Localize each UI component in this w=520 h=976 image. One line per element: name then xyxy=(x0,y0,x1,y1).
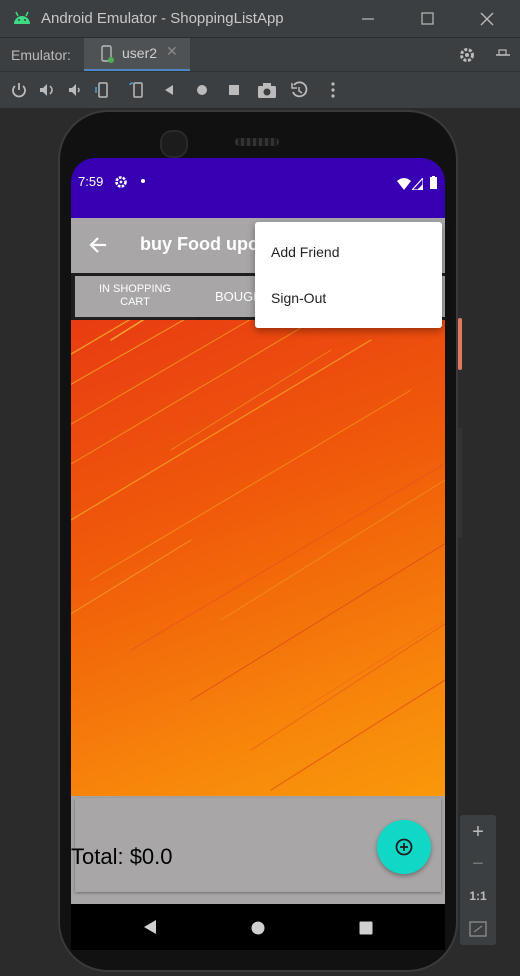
add-circle-icon xyxy=(394,837,414,861)
tab-in-shopping-cart[interactable]: IN SHOPPING CART xyxy=(75,276,195,317)
back-icon[interactable] xyxy=(160,81,178,99)
front-camera xyxy=(160,130,188,158)
minimize-button[interactable] xyxy=(348,6,388,32)
app-title: buy Food upc xyxy=(140,234,258,254)
emulator-label: Emulator: xyxy=(11,47,71,63)
back-arrow-icon[interactable] xyxy=(88,235,108,259)
zoom-panel: + − 1:1 xyxy=(460,815,496,945)
menu-item-sign-out[interactable]: Sign-Out xyxy=(271,290,326,306)
more-icon[interactable] xyxy=(324,81,342,99)
background-image xyxy=(71,320,445,796)
battery-icon xyxy=(430,174,437,193)
system-navbar xyxy=(71,904,445,950)
zoom-one-to-one-button[interactable]: 1:1 xyxy=(460,889,496,903)
pin-icon[interactable] xyxy=(494,46,512,68)
overflow-menu: Add Friend Sign-Out xyxy=(255,222,442,328)
android-icon xyxy=(12,10,32,29)
status-bar: 7:59 xyxy=(71,158,445,218)
tab-in-shopping-cart-line2: CART xyxy=(120,296,150,308)
rotate-right-icon[interactable] xyxy=(128,81,146,99)
zoom-fit-icon[interactable] xyxy=(469,921,487,941)
emulator-toolbar xyxy=(0,71,520,108)
window-titlebar: Android Emulator - ShoppingListApp xyxy=(0,0,520,37)
zoom-in-button[interactable]: + xyxy=(460,821,496,844)
side-power-button[interactable] xyxy=(458,318,462,370)
bottom-panel: Total: $0.0 xyxy=(71,796,445,904)
volume-down-icon[interactable] xyxy=(66,81,84,99)
status-time: 7:59 xyxy=(78,174,104,189)
device-tab[interactable]: user2 ✕ xyxy=(84,38,190,72)
device-icon xyxy=(100,45,114,67)
nav-overview-icon[interactable] xyxy=(359,920,373,939)
emulator-tabbar: Emulator: user2 ✕ xyxy=(0,37,520,72)
minimize-icon xyxy=(362,18,374,20)
overview-icon[interactable] xyxy=(225,81,243,99)
side-volume-button[interactable] xyxy=(458,428,462,538)
volume-up-icon[interactable] xyxy=(38,81,56,99)
settings-icon[interactable] xyxy=(458,46,476,68)
speaker-grille xyxy=(235,138,279,146)
snapshot-icon[interactable] xyxy=(290,81,308,99)
home-icon[interactable] xyxy=(193,81,211,99)
rotate-left-icon[interactable] xyxy=(94,81,112,99)
settings-icon xyxy=(114,174,128,193)
notification-dot-icon xyxy=(141,179,145,183)
zoom-out-button[interactable]: − xyxy=(460,853,496,876)
menu-item-add-friend[interactable]: Add Friend xyxy=(271,244,339,260)
close-button[interactable] xyxy=(466,6,506,32)
tab-close-icon[interactable]: ✕ xyxy=(166,44,178,60)
close-icon xyxy=(480,12,494,26)
maximize-icon xyxy=(421,12,434,25)
power-icon[interactable] xyxy=(10,81,28,99)
signal-icon xyxy=(410,175,424,194)
nav-back-icon[interactable] xyxy=(143,919,157,939)
device-tab-label: user2 xyxy=(122,45,158,61)
tab-in-shopping-cart-line1: IN SHOPPING xyxy=(98,283,172,295)
maximize-button[interactable] xyxy=(408,6,448,32)
add-button[interactable] xyxy=(377,820,431,874)
total-label: Total: $0.0 xyxy=(71,844,173,869)
nav-home-icon[interactable] xyxy=(251,920,265,939)
wifi-icon xyxy=(397,175,411,194)
window-title: Android Emulator - ShoppingListApp xyxy=(41,10,284,27)
camera-icon[interactable] xyxy=(257,81,276,99)
tab-indicator xyxy=(75,317,195,319)
